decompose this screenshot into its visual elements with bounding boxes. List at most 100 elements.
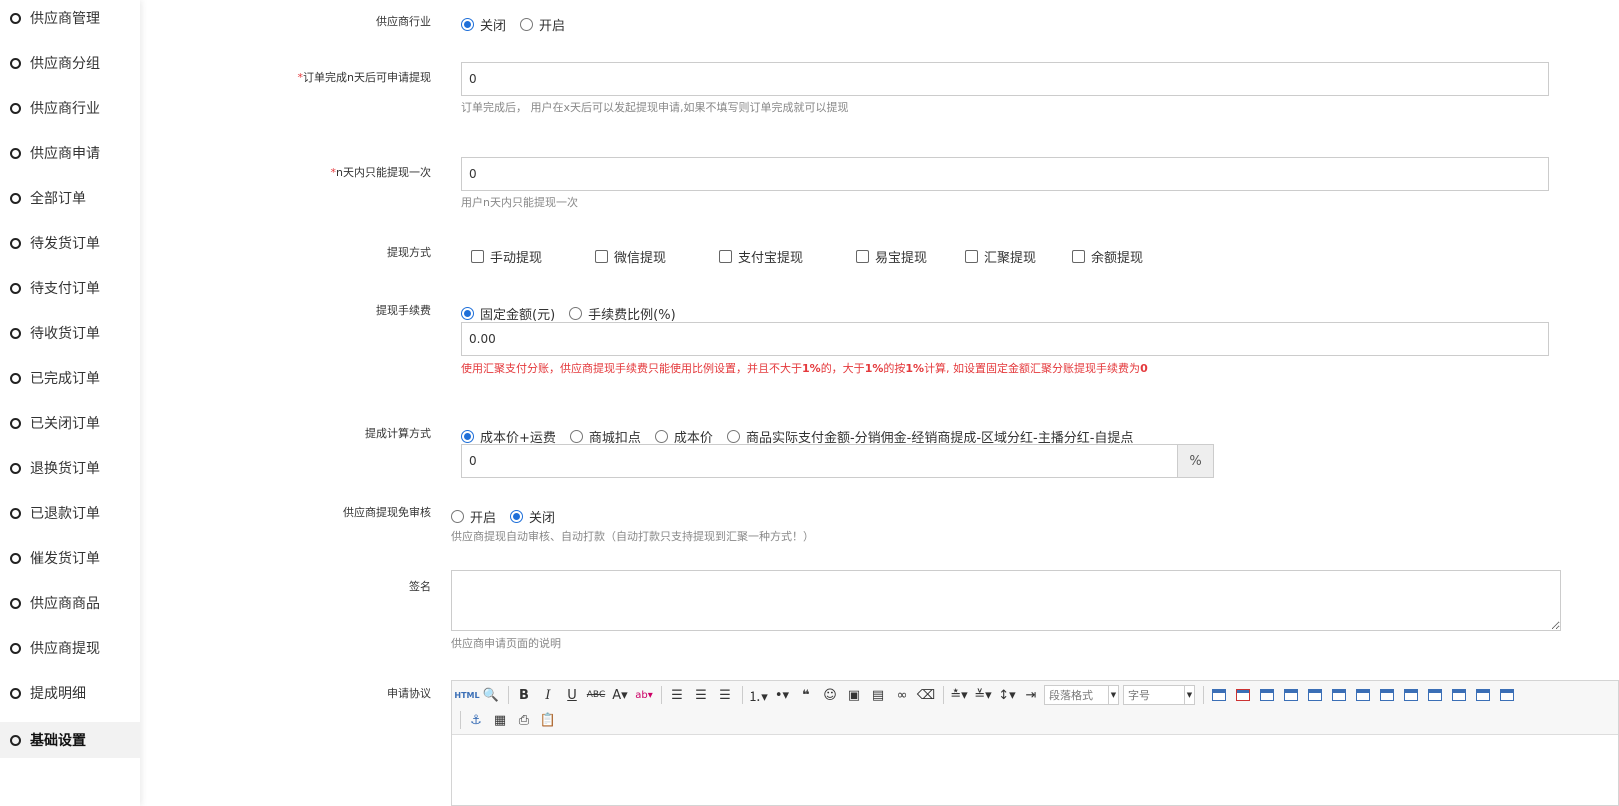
circle-icon: [10, 147, 21, 159]
withdraw-once-help: 用户n天内只能提现一次: [461, 196, 578, 209]
paragraph-spacing-top-icon[interactable]: ≛▾: [948, 685, 970, 705]
sidebar-item-all-orders[interactable]: 全部订单: [0, 180, 140, 216]
print-icon[interactable]: ⎙: [513, 710, 535, 730]
delete-row-icon[interactable]: [1304, 685, 1326, 705]
sidebar-item-returns[interactable]: 退换货订单: [0, 450, 140, 486]
paste-icon[interactable]: 📋: [537, 710, 559, 730]
font-size-select[interactable]: 字号 ▼: [1123, 685, 1195, 705]
link-icon[interactable]: ∞: [891, 685, 913, 705]
radio-icon: [569, 307, 583, 320]
circle-icon: [10, 552, 21, 564]
paragraph-format-select[interactable]: 段落格式 ▼: [1044, 685, 1119, 705]
sidebar-item-supplier-withdraw[interactable]: 供应商提现: [0, 630, 140, 666]
radio-checked-icon: [510, 510, 524, 523]
line-height-icon[interactable]: ↕▾: [996, 685, 1018, 705]
split-rows-icon[interactable]: [1472, 685, 1494, 705]
align-center-icon[interactable]: ☰: [690, 685, 712, 705]
sidebar-item-to-ship[interactable]: 待发货订单: [0, 225, 140, 261]
radio-checked-icon: [461, 18, 474, 31]
withdraw-once-input[interactable]: [461, 157, 1549, 191]
sidebar-item-supplier-industry[interactable]: 供应商行业: [0, 90, 140, 126]
html-source-button[interactable]: HTML: [454, 685, 479, 705]
sidebar-item-supplier-apply[interactable]: 供应商申请: [0, 135, 140, 171]
highlight-icon[interactable]: ab▾: [633, 685, 655, 705]
split-cells-icon[interactable]: [1448, 685, 1470, 705]
image-icon[interactable]: ▣: [843, 685, 865, 705]
font-color-icon[interactable]: A▾: [609, 685, 631, 705]
blockquote-icon[interactable]: ❝: [795, 685, 817, 705]
sidebar-item-refunded[interactable]: 已退款订单: [0, 495, 140, 531]
industry-option-closed[interactable]: 关闭: [461, 15, 506, 34]
insert-frame-icon[interactable]: ▦: [489, 710, 511, 730]
auto-audit-option-open[interactable]: 开启: [451, 507, 496, 526]
insert-table-icon[interactable]: [1208, 685, 1230, 705]
delete-table-icon[interactable]: [1232, 685, 1254, 705]
merge-down-icon[interactable]: [1424, 685, 1446, 705]
withdraw-method-wechat[interactable]: 微信提现: [595, 247, 719, 266]
withdraw-days-input[interactable]: [461, 62, 1549, 96]
insert-row-icon[interactable]: [1280, 685, 1302, 705]
bold-icon[interactable]: B: [513, 685, 535, 705]
merge-right-icon[interactable]: [1400, 685, 1422, 705]
withdraw-fee-input[interactable]: [461, 322, 1549, 356]
underline-icon[interactable]: U: [561, 685, 583, 705]
toolbar-separator: [943, 686, 944, 704]
split-columns-icon[interactable]: [1496, 685, 1518, 705]
radio-checked-icon: [461, 430, 474, 443]
italic-icon[interactable]: I: [537, 685, 559, 705]
sidebar-item-completed[interactable]: 已完成订单: [0, 360, 140, 396]
sidebar-item-basic-settings[interactable]: 基础设置: [0, 722, 140, 758]
align-left-icon[interactable]: ☰: [666, 685, 688, 705]
editor-toolbar: HTML 🔍 B I U ABC A▾ ab▾ ☰ ☰ ☰ ⒈▾ •▾ ❝ ☺ …: [452, 681, 1618, 735]
insert-caption-icon[interactable]: [1256, 685, 1278, 705]
editor-content-area[interactable]: [452, 735, 1618, 805]
unordered-list-icon[interactable]: •▾: [771, 685, 793, 705]
auto-audit-help: 供应商提现自动审核、自动打款（自动打款只支持提现到汇聚一种方式！）: [451, 530, 814, 543]
signature-textarea[interactable]: [451, 570, 1561, 631]
sidebar-item-supplier-goods[interactable]: 供应商商品: [0, 585, 140, 621]
withdraw-fee-option-ratio[interactable]: 手续费比例(%): [569, 304, 676, 323]
sidebar-item-to-pay[interactable]: 待支付订单: [0, 270, 140, 306]
ordered-list-icon[interactable]: ⒈▾: [747, 685, 769, 705]
emoji-icon[interactable]: ☺: [819, 685, 841, 705]
toolbar-separator: [1203, 686, 1204, 704]
withdraw-fee-option-fixed[interactable]: 固定金额(元): [461, 304, 555, 323]
circle-icon: [10, 597, 21, 609]
withdraw-method-huiju[interactable]: 汇聚提现: [965, 247, 1072, 266]
withdraw-days-label: *订单完成n天后可申请提现: [297, 71, 431, 84]
industry-radio-group: 关闭 开启: [461, 15, 565, 34]
withdraw-method-yeepay[interactable]: 易宝提现: [856, 247, 965, 266]
sidebar-item-urge-ship[interactable]: 催发货订单: [0, 540, 140, 576]
sidebar-item-commission-detail[interactable]: 提成明细: [0, 675, 140, 711]
delete-column-icon[interactable]: [1352, 685, 1374, 705]
video-icon[interactable]: ▤: [867, 685, 889, 705]
sidebar-item-to-receive[interactable]: 待收货订单: [0, 315, 140, 351]
commission-input[interactable]: [461, 444, 1178, 478]
industry-option-open[interactable]: 开启: [520, 15, 565, 34]
auto-audit-option-closed[interactable]: 关闭: [510, 507, 555, 526]
strikethrough-icon[interactable]: ABC: [585, 685, 607, 705]
withdraw-method-balance[interactable]: 余额提现: [1072, 247, 1143, 266]
percent-addon: %: [1178, 444, 1214, 478]
toolbar-row-2: ⚓ ▦ ⎙ 📋: [456, 708, 561, 732]
circle-icon: [10, 57, 21, 69]
signature-help: 供应商申请页面的说明: [451, 637, 561, 650]
align-right-icon[interactable]: ☰: [714, 685, 736, 705]
withdraw-method-manual[interactable]: 手动提现: [471, 247, 595, 266]
sidebar-item-closed[interactable]: 已关闭订单: [0, 405, 140, 441]
radio-checked-icon: [461, 307, 474, 320]
sidebar-item-supplier-group[interactable]: 供应商分组: [0, 45, 140, 81]
paragraph-spacing-bottom-icon[interactable]: ≚▾: [972, 685, 994, 705]
preview-icon[interactable]: 🔍: [480, 685, 502, 705]
insert-column-icon[interactable]: [1328, 685, 1350, 705]
radio-icon: [569, 430, 583, 443]
circle-icon: [10, 12, 21, 24]
eraser-icon[interactable]: ⌫: [915, 685, 937, 705]
sidebar-item-supplier-management[interactable]: 供应商管理: [0, 0, 140, 36]
indent-icon[interactable]: ⇥: [1020, 685, 1042, 705]
circle-icon: [10, 192, 21, 204]
chevron-down-icon: ▼: [1108, 686, 1118, 704]
merge-cells-icon[interactable]: [1376, 685, 1398, 705]
anchor-icon[interactable]: ⚓: [465, 710, 487, 730]
withdraw-method-alipay[interactable]: 支付宝提现: [719, 247, 856, 266]
